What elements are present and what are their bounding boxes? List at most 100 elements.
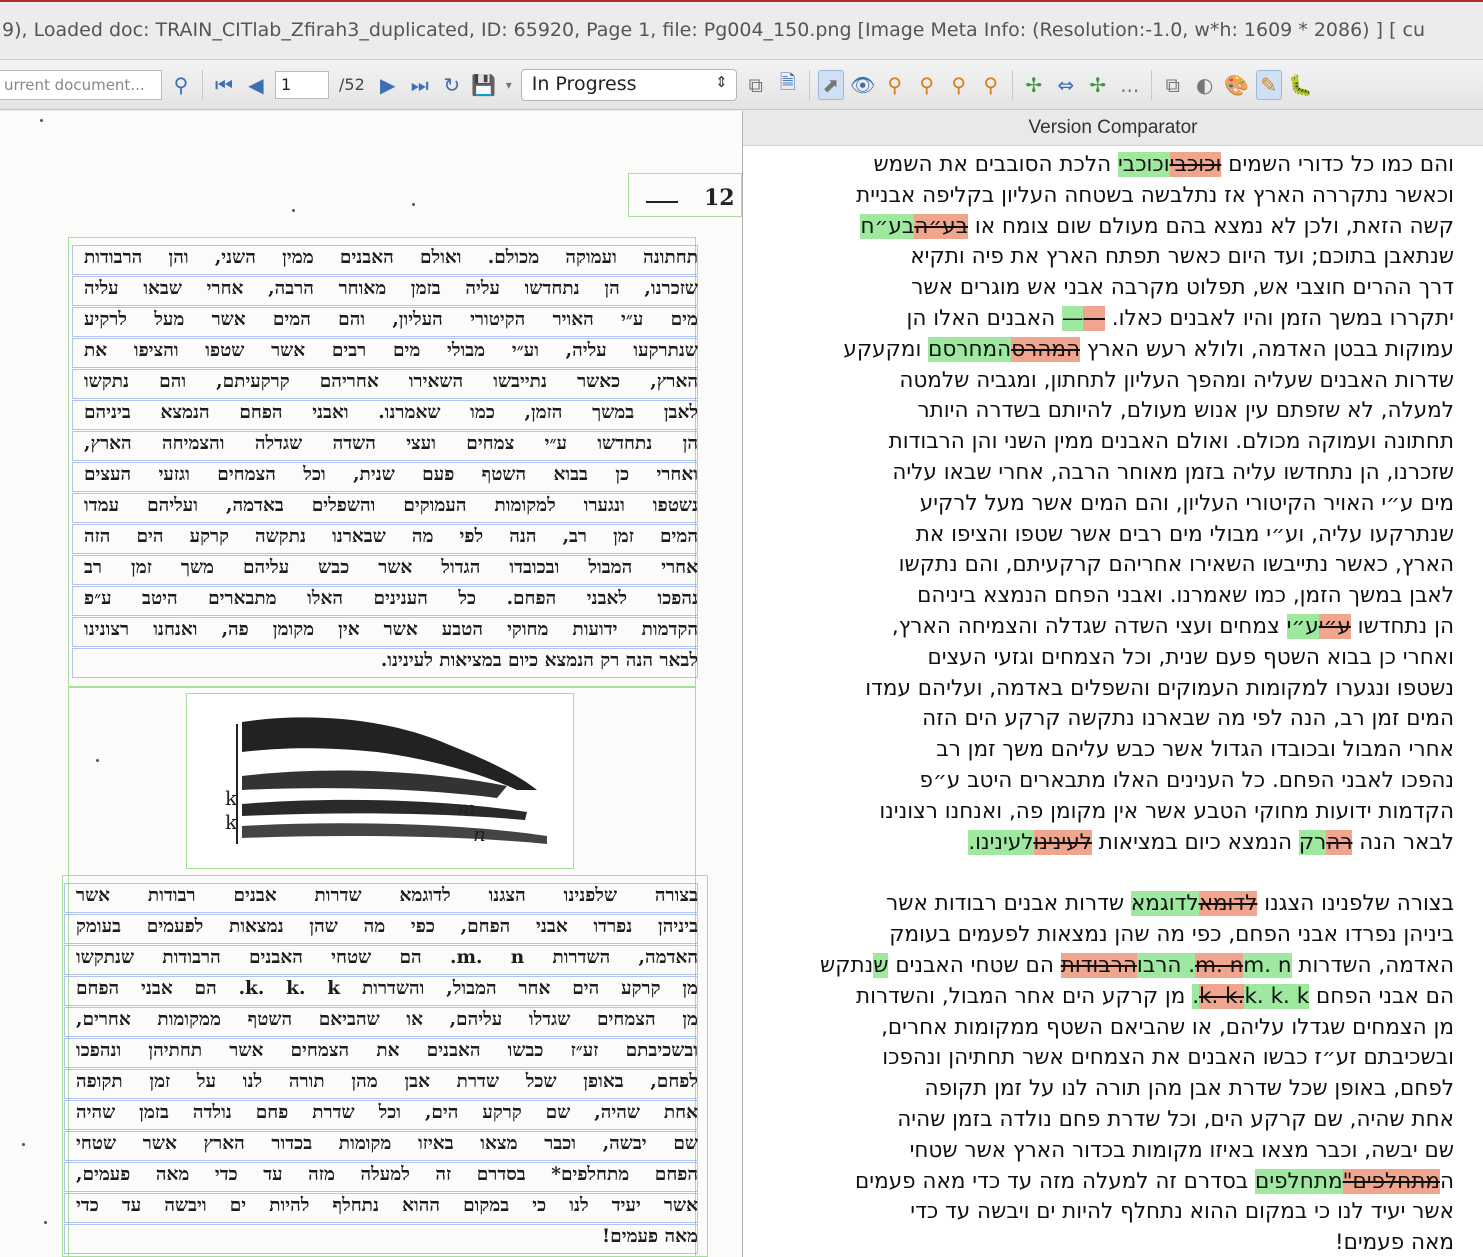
document-icon[interactable]: 🗎 xyxy=(775,70,801,100)
save-dropdown-chevron-icon[interactable]: ▾ xyxy=(503,70,515,100)
comparator-line: מאה פעמים! xyxy=(1335,1230,1454,1255)
first-page-icon[interactable]: ⏮ xyxy=(211,70,237,100)
inserted-text: לדוגמא xyxy=(1130,891,1199,917)
page-number-input[interactable]: 1 xyxy=(275,70,329,99)
unchanged-text: מן הצמחים שגדלו עליהם, או שהביאם השטף ממ… xyxy=(881,1014,1454,1040)
comparator-line: לפחם, באופן שכל שדרת אבן מהן תורה לנו על… xyxy=(925,1076,1454,1101)
save-icon[interactable]: 💾 xyxy=(471,70,497,100)
unchanged-text: שדרות אבנים רבודות אשר xyxy=(886,891,1131,917)
inserted-text: בע״ח xyxy=(860,213,915,239)
comparator-line: דרך ההרים חוצבי אש, תפלוט מקרבה אבני אש … xyxy=(911,275,1454,300)
zoom-in-icon[interactable]: ⚲ xyxy=(946,70,972,100)
unchanged-text: הקדמות ידועות מחוקי הטבע אשר אין מקומן פ… xyxy=(879,798,1454,824)
unchanged-text: לפחם, באופן שכל שדרת אבן מהן תורה לנו על… xyxy=(924,1076,1454,1102)
scan-text-line: הקדמות ידועות מחוקי הטבע אשר אין מקומן פ… xyxy=(84,619,698,640)
previous-page-icon[interactable]: ◀ xyxy=(243,70,269,100)
comparator-line: שנתאבן בתוכם; ועד היום כאשר תפתח הארץ את… xyxy=(910,244,1454,269)
deleted-text: בע״ה xyxy=(914,213,969,239)
unchanged-text: עמוקות בבטן האדמה, ולולא רעש הארץ xyxy=(1080,336,1454,362)
comparator-line: מן הצמחים שגדלו עליהם, או שהביאם השטף ממ… xyxy=(881,1015,1454,1040)
unchanged-text: שנתרקעו עליה, וע״י מבולי מים רבים אשר שט… xyxy=(915,521,1454,547)
scanned-page: 12 תחתונה ועמוקה מכולם. ואולם האבנים ממי… xyxy=(0,111,742,1257)
comparator-line: והם כמו כל כדורי השמים וכוכביוכוכבי הלכת… xyxy=(873,152,1454,177)
zoom-icon[interactable]: ⚲ xyxy=(914,70,940,100)
zoom-out-icon[interactable]: ⚲ xyxy=(978,70,1004,100)
unchanged-text: ומקעקע xyxy=(843,336,929,362)
toolbar-separator xyxy=(808,69,810,100)
comparator-line: שנתרקעו עליה, וע״י מבולי מים רבים אשר שט… xyxy=(916,522,1454,547)
scan-text-line: אחרי המבול ובכובדו הגדול אשר כבש עליהם מ… xyxy=(84,557,698,578)
unchanged-text: לבאר הנה xyxy=(1352,829,1454,855)
bug-icon[interactable]: 🐛 xyxy=(1288,70,1314,100)
comparator-line: בצורה שלפנינו הצגנו לדומאלדוגמא שדרות אב… xyxy=(886,891,1454,917)
unchanged-text: ואחרי כן בבוא השטף פעם שנית, וכל הצמחים … xyxy=(927,644,1454,670)
fit-page-icon[interactable]: ✢ xyxy=(1021,70,1047,100)
select-pointer-icon[interactable]: ⬈ xyxy=(817,69,844,100)
comparator-line: ביניהן נפרדו אבני הפחם, כפי מה שהן נמצאו… xyxy=(889,922,1454,947)
scan-text-line: ובשכיבתם זע״ז כבשו האבנים את הצמחים אשר … xyxy=(76,1040,698,1061)
unchanged-text: אחת שהיה, שם קרקע הים, וכל שדרת פחם נולד… xyxy=(897,1107,1454,1132)
scan-text-line: אחת שהיה, שם קרקע הים, וכל שדרת פחם נולד… xyxy=(76,1102,698,1123)
search-document-input[interactable]: urrent document... xyxy=(0,69,162,100)
layers-icon[interactable]: ⧉ xyxy=(1160,70,1186,100)
scan-text-line: האדמה, השדרות m. n. הם שטחי האבנים הרבוד… xyxy=(76,947,698,968)
comparator-line: ובשכיבתם זע״ז כבשו האבנים את הצמחים אשר … xyxy=(882,1045,1454,1070)
scan-text-line: מים ע״י האויר הקיטורי העליון, והם המים א… xyxy=(84,309,698,330)
strata-diagram xyxy=(236,717,547,844)
select-arrows-icon: ⇕ xyxy=(715,72,728,91)
next-page-icon[interactable]: ▶ xyxy=(375,70,401,100)
palette-icon[interactable]: 🎨 xyxy=(1224,70,1250,100)
version-comparator-panel: Version Comparator והם כמו כל כדורי השמי… xyxy=(742,111,1483,1257)
comparator-line: תחתונה ועמוקה מכולם. ואולם האבנים ממין ה… xyxy=(889,429,1454,454)
unchanged-text: הלכת הסובבים את השמש xyxy=(873,152,1118,177)
stratum-k2 xyxy=(242,799,527,820)
unchanged-text: אשר יעיד לנו כי במקום ההוא נתחלף להיות י… xyxy=(910,1199,1454,1225)
unchanged-text: דרך ההרים חוצבי אש, תפלוט מקרבה אבני אש … xyxy=(911,275,1454,301)
figure-coal-strata[interactable]: k k m n xyxy=(186,693,574,869)
comparator-line: נשטפו ונגערו למקומות העמוקים והשפלים באד… xyxy=(865,676,1454,701)
status-select[interactable]: In Progress ⇕ xyxy=(520,68,737,101)
comparator-line: וכאשר נתקררה הארץ אז נתלבשה בשטחה העליון… xyxy=(856,183,1454,208)
comparator-line: אחת שהיה, שם קרקע הים, וכל שדרת פחם נולד… xyxy=(897,1107,1454,1132)
inserted-text: לעינינו. xyxy=(968,829,1034,855)
page-number-dash xyxy=(646,201,678,203)
copy-icon[interactable]: ⧉ xyxy=(743,70,769,100)
more-options-button[interactable]: ... xyxy=(1117,70,1143,100)
toolbar-separator xyxy=(202,69,203,100)
deleted-text: רה xyxy=(1326,829,1353,855)
unchanged-text: נתקש xyxy=(820,953,874,978)
zoom-region-icon[interactable]: ⚲ xyxy=(882,70,908,100)
deleted-text: לעינינו xyxy=(1033,829,1092,855)
reload-icon[interactable]: ↻ xyxy=(439,70,465,100)
comparator-line: עמוקות בבטן האדמה, ולולא רעש הארץ המהרסה… xyxy=(843,336,1454,362)
unchanged-text: האדמה, השדרות xyxy=(1291,953,1454,978)
document-image-canvas[interactable]: 12 תחתונה ועמוקה מכולם. ואולם האבנים ממי… xyxy=(0,111,742,1257)
scan-text-line: מן הצמחים שגדלו עליהם, או שהביאם השטף ממ… xyxy=(76,1009,698,1030)
fit-width-icon[interactable]: ⇔ xyxy=(1053,70,1079,100)
toolbar-separator xyxy=(1150,69,1152,100)
comparator-line: מים ע״י האויר הקיטורי העליון, והם המים א… xyxy=(920,491,1454,516)
comparator-text-body[interactable]: והם כמו כל כדורי השמים וכוכביוכוכבי הלכת… xyxy=(743,146,1483,1257)
scan-text-line: לאבן במשך הזמן, כמו שאמרנו. ואבני הפחם ה… xyxy=(84,402,698,423)
edit-pencil-icon[interactable]: ✎ xyxy=(1255,69,1282,100)
unchanged-text: וכאשר נתקררה הארץ אז נתלבשה בשטחה העליון… xyxy=(856,182,1454,208)
comparator-line: נהפכו לאבני הפחם. כל הענינים האלו מתבארי… xyxy=(920,768,1454,793)
deleted-text: m. n xyxy=(1195,953,1244,978)
page-total-label: /52 xyxy=(339,75,365,94)
search-icon[interactable]: ⚲ xyxy=(168,70,194,100)
view-eye-icon[interactable]: 👁 xyxy=(850,70,876,100)
scan-text-line: אשר יעיד לנו כי במקום ההוא נתחלף להיות י… xyxy=(76,1195,698,1216)
deleted-text: המהרס xyxy=(1011,336,1081,362)
main-toolbar: urrent document... ⚲ ⏮ ◀ 1 /52 ▶ ⏭ ↻ 💾 ▾… xyxy=(0,60,1483,110)
scan-text-line: שזכרנו, הן נתחדשו עליה בזמן מאוחר הרבה, … xyxy=(84,278,698,299)
contrast-icon[interactable]: ◐ xyxy=(1192,70,1218,100)
fit-height-icon[interactable]: ✢ xyxy=(1085,70,1111,100)
last-page-icon[interactable]: ⏭ xyxy=(407,70,433,100)
unchanged-text: בסדרם זה למעלה מזה עד כדי מאה פעמים xyxy=(855,1168,1256,1194)
comparator-line: שזכרנו, הן נתחדשו עליה בזמן מאוחר הרבה, … xyxy=(892,460,1454,485)
inserted-text: ש xyxy=(873,953,889,978)
scan-text-line: ואחרי כן בבוא השטף פעם שנית, וכל הצמחים … xyxy=(84,464,698,485)
unchanged-text: הם אבני הפחם xyxy=(1309,983,1454,1009)
comparator-line: ואחרי כן בבוא השטף פעם שנית, וכל הצמחים … xyxy=(927,645,1454,670)
unchanged-text: מן קרקע הים אחר המבול, והשדרות xyxy=(855,983,1193,1009)
